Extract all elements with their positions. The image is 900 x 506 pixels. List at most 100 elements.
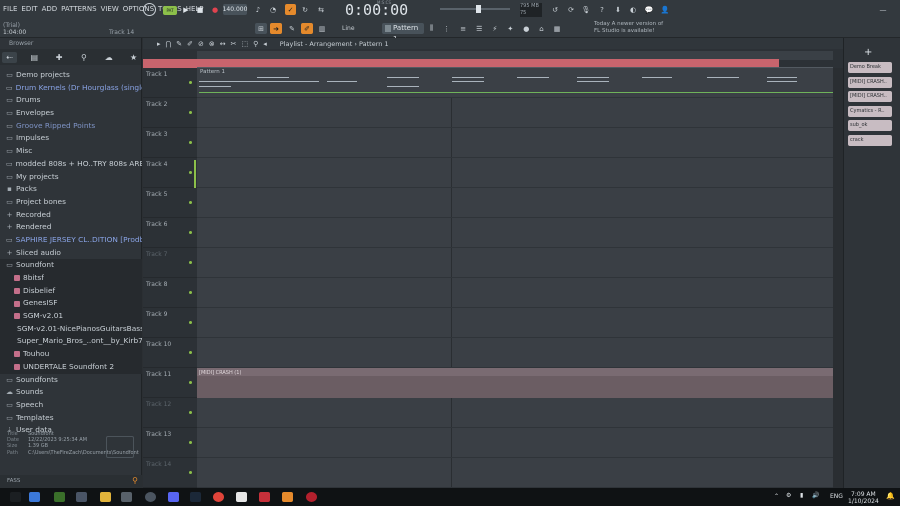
rack-channel-button[interactable]: [MIDI] CRASH.. [848, 91, 892, 102]
browser-item[interactable]: ▭Drum Kernels (Dr Hourglass (single drum… [0, 82, 142, 95]
rack-channel-button[interactable]: Demo Break [848, 62, 892, 73]
record-icon[interactable]: ● [210, 4, 220, 15]
browser-item[interactable]: ☁ Sounds [0, 386, 142, 399]
rack-channel-button[interactable]: Cymatics - R.. [848, 105, 892, 117]
menu-view[interactable]: VIEW [101, 5, 119, 13]
track-header[interactable]: Track 2 [143, 98, 197, 128]
snap-select[interactable]: Line [330, 23, 378, 34]
tool-pointer-icon[interactable]: ➜ [270, 23, 282, 34]
xbox-icon[interactable] [54, 492, 65, 502]
browser-item[interactable]: + Rendered [0, 221, 142, 234]
tray-chevron-icon[interactable]: ⌃ [774, 493, 779, 500]
sync-icon[interactable]: ⟳ [566, 4, 576, 15]
track-led-icon[interactable] [189, 141, 192, 144]
browser-favorites-icon[interactable]: ★ [126, 52, 141, 63]
track-header[interactable]: Track 1 [143, 68, 197, 98]
magnet-icon[interactable]: ⋂ [166, 40, 172, 48]
terminal-icon[interactable] [121, 492, 132, 502]
audio-input-icon[interactable]: ⇆ [315, 4, 327, 15]
browser-item[interactable]: ▭ Impulses [0, 132, 142, 145]
browser-item[interactable]: ▭modded 808s + HO..TRY 808s ARE MIXED [0, 158, 142, 171]
steam-icon[interactable] [190, 492, 201, 502]
track-led-icon[interactable] [189, 381, 192, 384]
browser-item[interactable]: GenesISF [0, 297, 142, 311]
microphone-icon[interactable]: 🎙 [581, 4, 591, 15]
rack-channel-button[interactable]: sub_ok [848, 120, 892, 131]
snap-icon[interactable]: ⊞ [255, 23, 267, 34]
windows-start-icon[interactable] [29, 492, 40, 502]
browser-item[interactable]: ▭ Soundfont [0, 259, 142, 272]
app-icon[interactable] [236, 492, 247, 502]
pl-brush-icon[interactable]: ✐ [187, 40, 193, 48]
discord-icon[interactable] [168, 492, 179, 502]
pin-icon[interactable]: ⌂ [539, 25, 543, 33]
midi-crash-clip[interactable]: [MIDI] CRASH (1) [197, 368, 833, 398]
browser-item[interactable]: ▭ Misc [0, 145, 142, 158]
clock[interactable]: 7:09 AM 1/10/2024 [848, 491, 879, 505]
notification-icon[interactable]: 🔔 [886, 492, 895, 500]
menu-add[interactable]: ADD [42, 5, 58, 13]
browser-item[interactable]: ▭ Soundfonts [0, 374, 142, 387]
pattern-select[interactable]: Pattern 1 [382, 23, 424, 43]
account-icon[interactable]: 👤 [660, 4, 670, 15]
browser-search-footer-icon[interactable]: ⚲ [132, 476, 138, 485]
browser-plugins-icon[interactable]: ✚ [52, 52, 67, 63]
rack-channel-button[interactable]: [MIDI] CRASH.. [848, 76, 892, 88]
pl-select-icon[interactable]: ⬚ [242, 40, 249, 48]
browser-item[interactable]: ▭SAPHIRE JERSEY CL..DITION [Prodbymed] [0, 234, 142, 247]
track-header[interactable]: Track 13 [143, 428, 197, 458]
pl-zoom-icon[interactable]: ⚲ [253, 40, 258, 48]
file-explorer-icon[interactable] [100, 492, 111, 502]
browser-item[interactable]: ▭ Groove Ripped Points [0, 120, 142, 133]
track-led-icon[interactable] [189, 231, 192, 234]
download-icon[interactable]: ⬇ [613, 4, 623, 15]
arrange-icon[interactable]: ▦ [554, 25, 561, 33]
blend-notes-icon[interactable]: ✓ [285, 4, 296, 15]
plugin-icon[interactable]: ⚡ [492, 25, 497, 33]
chrome-icon[interactable] [213, 492, 224, 502]
track-led-icon[interactable] [189, 471, 192, 474]
metronome-icon[interactable]: ♪ [253, 4, 263, 15]
play-icon[interactable]: ▶ [181, 4, 191, 15]
news-panel[interactable]: Today A newer version of FL Studio is av… [594, 21, 663, 35]
channel-rack-icon[interactable]: ⋮ [443, 25, 450, 33]
browser-item[interactable]: ▭ Demo projects [0, 69, 142, 82]
rack-channel-button[interactable]: crack [848, 134, 892, 146]
theme-icon[interactable]: ◐ [628, 4, 638, 15]
track-header[interactable]: Track 14 [143, 458, 197, 488]
browser-cloud-icon[interactable]: ☁ [101, 52, 116, 63]
volume-icon[interactable]: 🔊 [812, 492, 819, 499]
track-header[interactable]: Track 12 [143, 398, 197, 428]
playlist-menu-icon[interactable]: ▸ [157, 40, 161, 48]
stop-icon[interactable]: ■ [195, 4, 205, 15]
track-led-icon[interactable] [189, 201, 192, 204]
tool-piano-icon[interactable]: ▥ [316, 23, 328, 34]
tray-app-icon[interactable]: ⚙ [786, 492, 791, 499]
track-header[interactable]: Track 7 [143, 248, 197, 278]
tool-brush-icon[interactable]: ✐ [301, 23, 313, 34]
master-pitch-slider[interactable] [440, 4, 510, 14]
network-icon[interactable]: ▮ [800, 492, 803, 499]
playlist-grid[interactable] [197, 68, 833, 488]
fl-studio-icon[interactable] [282, 492, 293, 502]
vertical-scrollbar[interactable] [833, 68, 843, 488]
track-led-icon[interactable] [189, 261, 192, 264]
add-channel-icon[interactable]: + [864, 47, 872, 58]
pat-song-toggle[interactable]: PAT [163, 6, 177, 15]
loop-record-icon[interactable]: ↻ [300, 4, 310, 15]
piano-roll-icon[interactable]: ≡ [460, 25, 466, 33]
menu-patterns[interactable]: PATTERNS [61, 5, 96, 13]
browser-item[interactable]: ▭ Templates [0, 412, 142, 425]
menu-edit[interactable]: EDIT [21, 5, 37, 13]
track-led-icon[interactable] [189, 411, 192, 414]
track-header[interactable]: Track 10 [143, 338, 197, 368]
pl-slice-icon[interactable]: ✂ [231, 40, 237, 48]
browser-item[interactable]: ▭ Project bones [0, 196, 142, 209]
browser-item[interactable]: ▪ Packs [0, 183, 142, 196]
pl-pencil-icon[interactable]: ✎ [176, 40, 182, 48]
browser-item[interactable]: ▭ Drums [0, 94, 142, 107]
track-header[interactable]: Track 11 [143, 368, 197, 398]
browser-item[interactable]: ▭ Speech [0, 399, 142, 412]
track-led-icon[interactable] [189, 291, 192, 294]
project-icon[interactable]: ✦ [507, 25, 513, 33]
